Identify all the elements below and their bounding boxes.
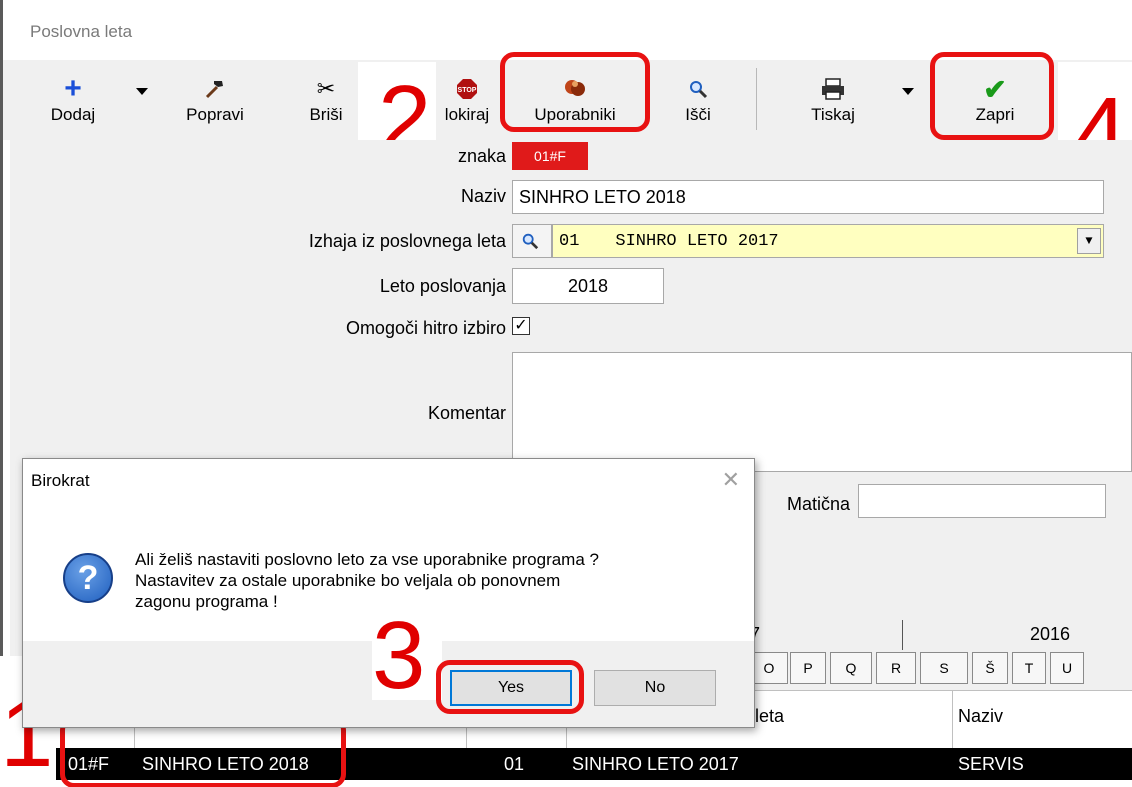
izhaja-code: 01	[559, 231, 580, 251]
scissors-icon: ✂	[316, 76, 336, 101]
naziv-label: Naziv	[460, 186, 506, 206]
leto-input[interactable]: 2018	[512, 268, 664, 304]
tab-o[interactable]: O	[750, 652, 788, 684]
izhaja-search-button[interactable]	[512, 224, 552, 258]
naziv-input[interactable]: SINHRO LETO 2018	[512, 180, 1104, 214]
tab-t[interactable]: T	[1012, 652, 1046, 684]
year-header-right: 2016	[1030, 624, 1071, 644]
svg-text:STOP: STOP	[458, 87, 477, 94]
tab-p[interactable]: P	[790, 652, 826, 684]
annotation-frame-users	[500, 52, 650, 132]
izhaja-name: SINHRO LETO 2017	[615, 231, 779, 251]
dialog-message-line1: Ali želiš nastaviti poslovno leto za vse…	[135, 550, 599, 569]
chevron-down-icon[interactable]: ▼	[1077, 228, 1101, 254]
maticna-input[interactable]	[858, 484, 1106, 518]
print-button[interactable]: Tiskaj	[798, 60, 868, 140]
annotation-frame-close	[930, 52, 1054, 140]
izhaja-label: Izhaja iz poslovnega leta	[308, 231, 506, 251]
dialog-title: Birokrat	[23, 459, 754, 503]
stop-icon: STOP	[456, 75, 478, 103]
window-title: Poslovna leta	[30, 22, 133, 41]
toolbar-separator	[756, 68, 757, 130]
tab-r[interactable]: R	[876, 652, 916, 684]
komentar-label: Komentar	[427, 403, 506, 423]
add-dropdown-arrow[interactable]	[136, 88, 148, 95]
oznaka-label: znaka	[457, 146, 506, 166]
grid-header-naziv: Naziv	[958, 706, 1004, 726]
maticna-label: Matična	[786, 494, 850, 514]
komentar-textarea[interactable]	[512, 352, 1132, 472]
no-button[interactable]: No	[594, 670, 716, 706]
print-label: Tiskaj	[811, 105, 855, 124]
add-label: Dodaj	[50, 105, 96, 124]
grid-col-divider	[952, 690, 953, 748]
add-button[interactable]: + Dodaj	[38, 60, 108, 140]
row-from-name: SINHRO LETO 2017	[572, 754, 739, 774]
plus-icon: +	[64, 72, 82, 105]
leto-label: Leto poslovanja	[379, 276, 506, 296]
hammer-icon	[203, 75, 227, 103]
tab-s[interactable]: S	[920, 652, 968, 684]
delete-label: Briši	[309, 105, 343, 124]
annotation-number-3: 3	[372, 602, 426, 709]
tab-q[interactable]: Q	[830, 652, 872, 684]
tab-u[interactable]: U	[1050, 652, 1084, 684]
hitro-label: Omogoči hitro izbiro	[345, 318, 506, 338]
lock-button[interactable]: STOP lokiraj	[432, 60, 502, 140]
print-dropdown-arrow[interactable]	[902, 88, 914, 95]
izhaja-combo[interactable]: 01 SINHRO LETO 2017 ▼	[552, 224, 1104, 258]
row-from-code: 01	[504, 754, 525, 774]
edit-label: Popravi	[186, 105, 244, 124]
search-icon	[522, 233, 539, 250]
annotation-frame-yes	[436, 660, 584, 714]
edit-button[interactable]: Popravi	[170, 60, 260, 140]
close-icon[interactable]: ✕	[722, 467, 740, 493]
search-label: Išči	[685, 105, 711, 124]
lock-label: lokiraj	[444, 105, 490, 124]
tab-s-caron[interactable]: Š	[972, 652, 1008, 684]
search-icon	[688, 75, 708, 103]
printer-icon	[821, 75, 845, 103]
search-button[interactable]: Išči	[668, 60, 728, 140]
year-divider	[902, 620, 903, 650]
oznaka-value[interactable]: 01#F	[512, 142, 588, 170]
row-naziv: SERVIS	[958, 754, 1024, 774]
dialog-message-line2: Nastavitev za ostale uporabnike bo velja…	[135, 571, 561, 590]
question-icon: ?	[63, 553, 113, 603]
hitro-checkbox[interactable]: ✓	[512, 317, 530, 335]
delete-button[interactable]: ✂ Briši	[296, 60, 356, 140]
